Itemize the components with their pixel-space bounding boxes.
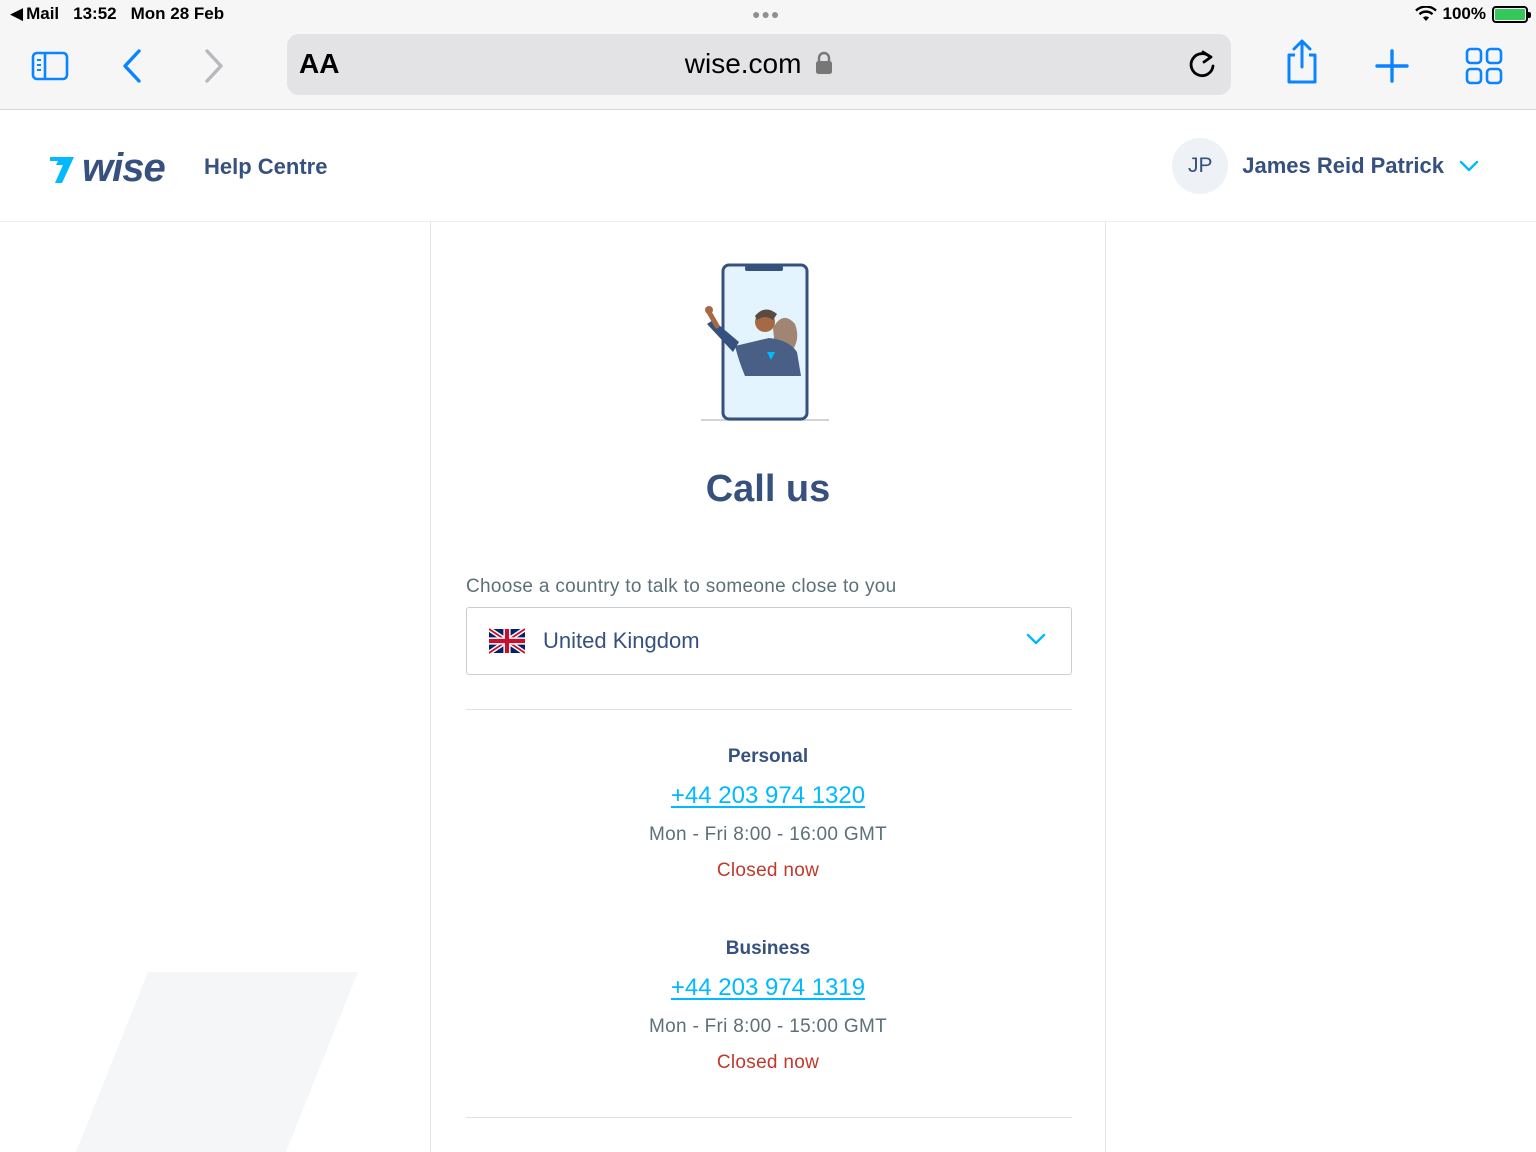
new-tab-icon[interactable] [1370, 44, 1414, 88]
back-app-label: Mail [26, 4, 60, 23]
personal-line: Personal +44 203 974 1320 Mon - Fri 8:00… [431, 746, 1105, 882]
browser-toolbar: AA wise.com [0, 30, 1536, 110]
phone-support-illustration [701, 263, 829, 421]
status-time: 13:52 [73, 4, 117, 23]
avatar: JP [1172, 138, 1229, 194]
line-label: Business [725, 938, 811, 959]
reload-icon[interactable] [1185, 48, 1219, 82]
user-name: James Reid Patrick [1242, 153, 1444, 178]
tabs-grid-icon[interactable] [1462, 44, 1506, 88]
status-bar: ◀ Mail 13:52 Mon 28 Feb ●●● 100% [0, 0, 1536, 30]
personal-phone-link[interactable]: +44 203 974 1320 [671, 782, 865, 810]
url-text: wise.com [684, 48, 802, 79]
country-select-label: Choose a country to talk to someone clos… [466, 576, 897, 597]
wise-flag-icon [50, 156, 74, 183]
line-status: Closed now [716, 860, 820, 881]
divider [466, 1117, 1072, 1118]
back-triangle-icon: ◀ [10, 4, 24, 23]
business-phone-link[interactable]: +44 203 974 1319 [671, 974, 865, 1002]
wise-wordmark: wise [82, 146, 166, 190]
background-shape [76, 972, 358, 1152]
selected-country: United Kingdom [543, 628, 700, 653]
battery-icon [1492, 5, 1531, 23]
back-icon[interactable] [110, 44, 154, 88]
page-title: Call us [705, 468, 831, 510]
contact-card: Call us Choose a country to talk to some… [430, 222, 1106, 1152]
address-bar[interactable]: AA wise.com [287, 34, 1231, 95]
line-hours: Mon - Fri 8:00 - 15:00 GMT [649, 1016, 887, 1037]
site-header: wise Help Centre JP James Reid Patrick [0, 110, 1536, 222]
chevron-down-icon [1459, 160, 1479, 172]
battery-percent: 100% [1442, 4, 1486, 23]
business-line: Business +44 203 974 1319 Mon - Fri 8:00… [431, 938, 1105, 1074]
wifi-icon [1414, 6, 1437, 21]
line-hours: Mon - Fri 8:00 - 16:00 GMT [649, 824, 887, 845]
user-menu[interactable]: JP James Reid Patrick [1172, 138, 1480, 194]
line-status: Closed now [716, 1052, 820, 1073]
back-to-app-link[interactable]: ◀ Mail [10, 4, 59, 24]
forward-icon[interactable] [192, 44, 236, 88]
status-date: Mon 28 Feb [130, 4, 225, 23]
uk-flag-icon [489, 628, 525, 654]
sidebar-icon[interactable] [28, 44, 72, 88]
lock-icon [816, 51, 833, 74]
wise-logo[interactable]: wise [48, 146, 166, 191]
chevron-down-icon [1026, 633, 1046, 645]
multitasking-dots-icon[interactable]: ●●● [752, 6, 780, 22]
share-icon[interactable] [1280, 39, 1324, 84]
line-label: Personal [727, 746, 809, 767]
country-select[interactable]: United Kingdom [466, 607, 1072, 675]
divider [466, 709, 1072, 710]
help-centre-link[interactable]: Help Centre [204, 154, 327, 180]
